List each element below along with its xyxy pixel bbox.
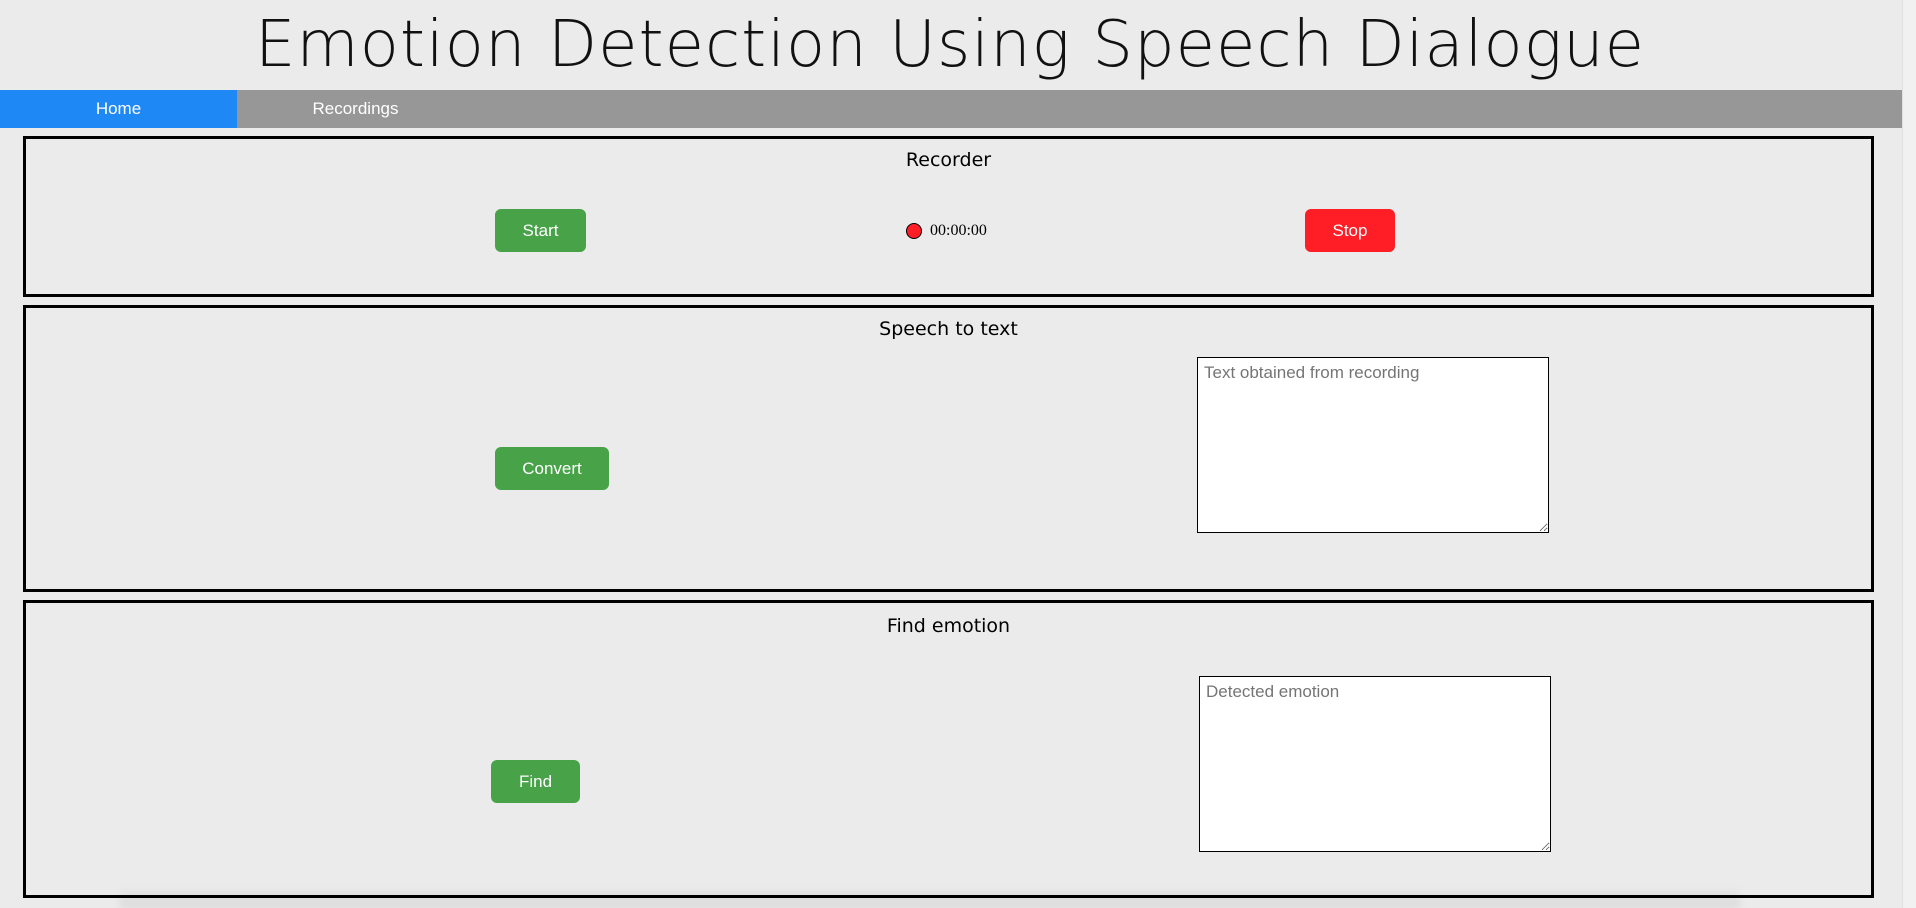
emotion-output[interactable] — [1199, 676, 1551, 852]
stop-button[interactable]: Stop — [1305, 209, 1395, 252]
nav-item-recordings[interactable]: Recordings — [237, 90, 474, 128]
speech-text-output[interactable] — [1197, 357, 1549, 533]
recording-timer: 00:00:00 — [906, 220, 987, 242]
find-emotion-heading: Find emotion — [886, 615, 1011, 637]
speech-to-text-heading: Speech to text — [879, 318, 1018, 340]
bottom-shadow — [120, 886, 1740, 908]
recorder-section: Recorder Start 00:00:00 Stop — [23, 136, 1874, 297]
nav-bar: Home Recordings — [0, 90, 1903, 128]
start-button[interactable]: Start — [495, 209, 586, 252]
find-button[interactable]: Find — [491, 760, 580, 803]
speech-to-text-section: Speech to text Convert — [23, 305, 1874, 592]
record-dot-icon — [906, 223, 922, 239]
page-title: Emotion Detection Using Speech Dialogue — [254, 8, 1646, 82]
nav-item-home[interactable]: Home — [0, 90, 237, 128]
page: Emotion Detection Using Speech Dialogue … — [0, 0, 1916, 908]
convert-button[interactable]: Convert — [495, 447, 609, 490]
vertical-scrollbar[interactable] — [1902, 0, 1916, 908]
find-emotion-section: Find emotion Find — [23, 600, 1874, 898]
timer-value: 00:00:00 — [930, 222, 987, 239]
recorder-heading: Recorder — [905, 149, 992, 171]
